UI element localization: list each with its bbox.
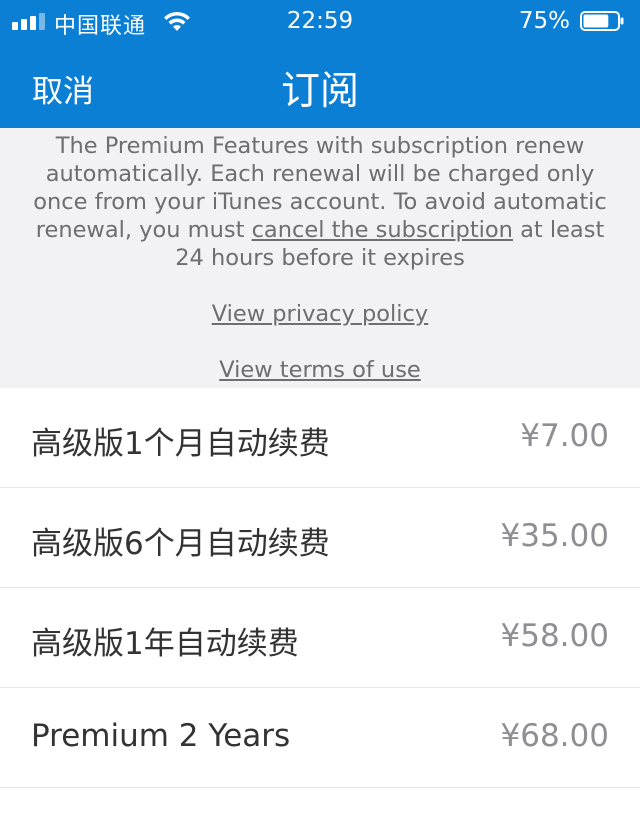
header: 中国联通 22:59 75% 取消 订阅 (0, 0, 640, 128)
status-bar: 中国联通 22:59 75% (0, 0, 640, 42)
plan-row-1-year[interactable]: 高级版1年自动续费 ¥58.00 (0, 588, 640, 688)
plan-name: 高级版6个月自动续费 (31, 526, 330, 562)
plan-price: ¥58.00 (500, 618, 609, 654)
plan-name: 高级版1年自动续费 (31, 626, 299, 662)
plan-price: ¥7.00 (520, 418, 609, 454)
battery-icon (580, 11, 624, 31)
page-title: 订阅 (280, 69, 359, 114)
privacy-link-row: View privacy policy (0, 300, 640, 328)
plan-row-6-months[interactable]: 高级版6个月自动续费 ¥35.00 (0, 488, 640, 588)
cancel-subscription-link[interactable]: cancel the subscription (252, 217, 513, 243)
auto-renew-notice: The Premium Features with subscription r… (0, 128, 640, 272)
plan-name: Premium 2 Years (31, 718, 291, 754)
cancel-button[interactable]: 取消 (32, 66, 94, 111)
terms-of-use-link[interactable]: View terms of use (219, 357, 421, 383)
plan-list: 高级版1个月自动续费 ¥7.00 高级版6个月自动续费 ¥35.00 高级版1年… (0, 388, 640, 830)
plan-row-1-month[interactable]: 高级版1个月自动续费 ¥7.00 (0, 388, 640, 488)
navigation-bar: 取消 订阅 (0, 48, 640, 120)
terms-link-row: View terms of use (0, 356, 640, 384)
plan-price: ¥35.00 (500, 518, 609, 554)
battery-percent: 75% (518, 8, 570, 34)
plan-row-2-years[interactable]: Premium 2 Years ¥68.00 (0, 688, 640, 788)
plan-price: ¥68.00 (500, 718, 609, 754)
subscription-info: The Premium Features with subscription r… (0, 128, 640, 388)
plan-name: 高级版1个月自动续费 (31, 426, 330, 462)
privacy-policy-link[interactable]: View privacy policy (212, 301, 429, 327)
